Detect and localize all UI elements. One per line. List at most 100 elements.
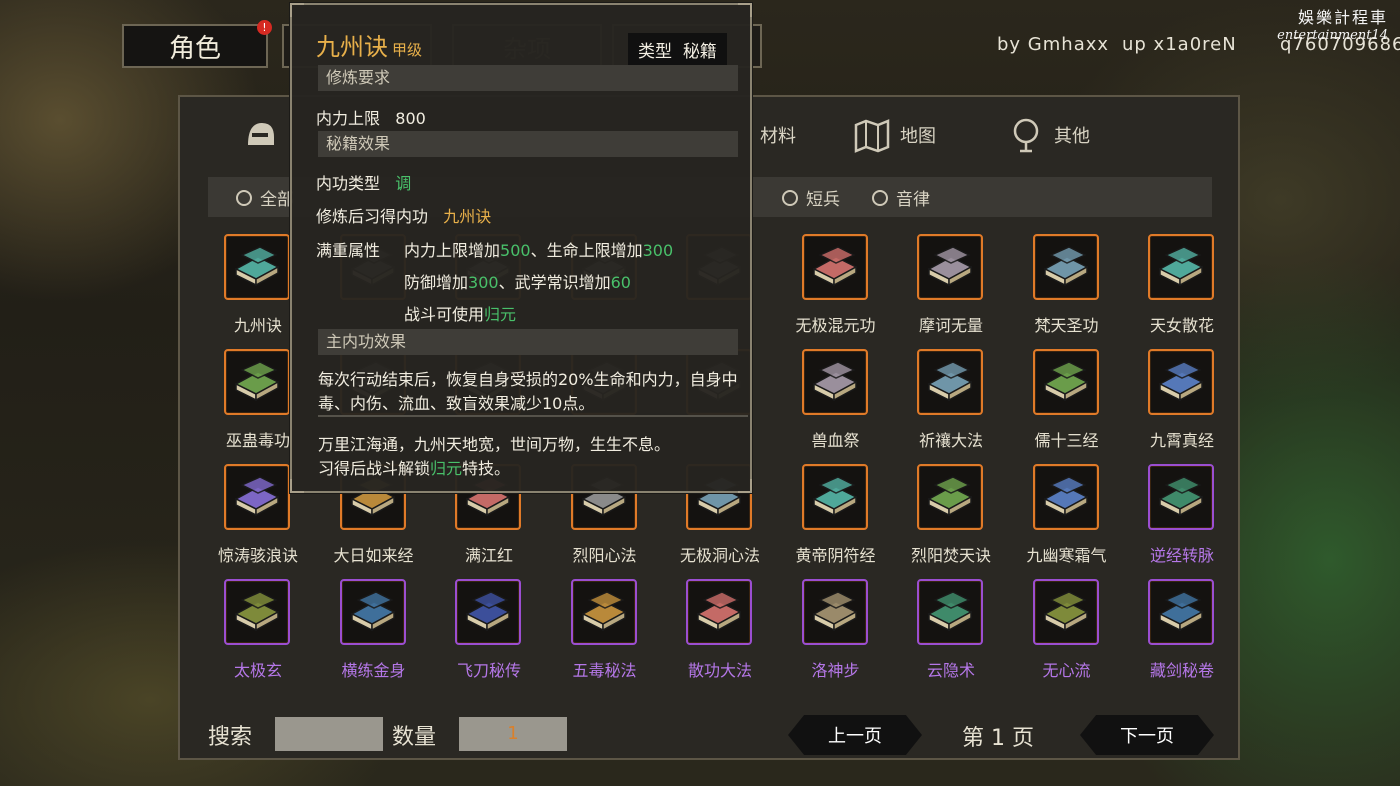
tooltip-title: 九州诀 甲级 xyxy=(316,27,422,62)
alert-badge: ! xyxy=(257,20,272,35)
item-slot[interactable] xyxy=(224,464,290,530)
inventory-item[interactable]: 无极混元功 xyxy=(780,234,892,349)
book-icon xyxy=(927,591,973,632)
item-name: 九幽寒霜气 xyxy=(1026,546,1107,565)
item-name: 无极混元功 xyxy=(795,316,876,335)
section-requirement: 修炼要求 xyxy=(318,65,738,91)
tab-role[interactable]: 角色 ! xyxy=(122,20,272,68)
next-page-label: 下一页 xyxy=(1120,726,1174,747)
category-map[interactable]: 地图 xyxy=(852,115,936,155)
item-name: 儒十三经 xyxy=(1034,431,1099,450)
item-slot[interactable] xyxy=(1032,464,1099,530)
watermark-line2: entertainment14 xyxy=(1277,28,1388,43)
item-slot[interactable] xyxy=(801,464,868,530)
inventory-item[interactable]: 散功大法 xyxy=(664,579,776,694)
inventory-item[interactable]: 无心流 xyxy=(1011,579,1123,694)
item-slot[interactable] xyxy=(801,579,868,645)
inventory-item[interactable]: 烈阳焚天诀 xyxy=(895,464,1007,579)
item-slot[interactable] xyxy=(686,579,752,645)
item-slot[interactable] xyxy=(1032,349,1099,415)
search-input[interactable] xyxy=(275,717,383,751)
item-slot[interactable] xyxy=(917,579,983,645)
other-icon xyxy=(1006,115,1046,155)
item-slot[interactable] xyxy=(455,579,521,645)
book-icon xyxy=(1158,591,1204,632)
prev-page-label: 上一页 xyxy=(828,726,882,747)
book-icon xyxy=(1042,591,1089,632)
item-name: 天女散花 xyxy=(1149,316,1214,335)
requirement-label: 内力上限 xyxy=(316,109,381,128)
inventory-item[interactable]: 儒十三经 xyxy=(1011,349,1123,464)
book-icon xyxy=(234,476,280,517)
book-icon xyxy=(811,246,858,287)
tooltip-corner xyxy=(290,3,304,17)
filter-music-label: 音律 xyxy=(896,190,930,210)
item-name: 兽血祭 xyxy=(811,431,860,450)
tooltip-corner xyxy=(290,479,304,493)
inventory-item[interactable]: 横练金身 xyxy=(318,579,430,694)
item-slot[interactable] xyxy=(1148,234,1214,300)
inventory-item[interactable]: 太极玄 xyxy=(202,579,314,694)
item-slot[interactable] xyxy=(224,579,290,645)
inventory-item[interactable]: 藏剑秘卷 xyxy=(1126,579,1238,694)
item-name: 大日如来经 xyxy=(333,546,414,565)
item-slot[interactable] xyxy=(1148,349,1214,415)
inventory-item[interactable]: 五毒秘法 xyxy=(549,579,661,694)
learn-label: 修炼后习得内功 xyxy=(316,207,429,226)
category-equipment[interactable] xyxy=(240,115,288,155)
tooltip-type-value: 秘籍 xyxy=(682,42,717,62)
item-slot[interactable] xyxy=(917,234,983,300)
item-slot[interactable] xyxy=(224,349,290,415)
inventory-item[interactable]: 云隐术 xyxy=(895,579,1007,694)
neigong-type-label: 内功类型 xyxy=(316,174,381,193)
item-name: 飞刀秘传 xyxy=(456,661,521,680)
attr-text: 战斗可使用 xyxy=(404,305,485,324)
item-slot[interactable] xyxy=(801,349,868,415)
item-name: 梵天圣功 xyxy=(1034,316,1099,335)
filter-short-weapon[interactable]: 短兵 xyxy=(782,185,840,210)
inventory-item[interactable]: 兽血祭 xyxy=(780,349,892,464)
search-label: 搜索 xyxy=(208,725,253,750)
item-slot[interactable] xyxy=(917,464,983,530)
item-name: 藏剑秘卷 xyxy=(1149,661,1214,680)
category-other[interactable]: 其他 xyxy=(1006,115,1090,155)
book-icon xyxy=(1042,361,1089,402)
prev-page-button[interactable]: 上一页 xyxy=(788,715,922,755)
inventory-item[interactable]: 飞刀秘传 xyxy=(433,579,545,694)
inventory-item[interactable]: 梵天圣功 xyxy=(1011,234,1123,349)
item-slot[interactable] xyxy=(339,579,406,645)
item-slot[interactable] xyxy=(1148,464,1214,530)
item-slot[interactable] xyxy=(1032,579,1099,645)
divider xyxy=(318,415,748,417)
item-name: 逆经转脉 xyxy=(1149,546,1214,565)
item-slot[interactable] xyxy=(224,234,290,300)
requirement-row: 内力上限 800 xyxy=(316,105,426,129)
item-slot[interactable] xyxy=(1148,579,1214,645)
inventory-item[interactable]: 天女散花 xyxy=(1126,234,1238,349)
item-slot[interactable] xyxy=(1032,234,1099,300)
item-name: 满江红 xyxy=(464,546,513,565)
item-slot[interactable] xyxy=(570,579,637,645)
item-slot[interactable] xyxy=(917,349,983,415)
inventory-item[interactable]: 逆经转脉 xyxy=(1126,464,1238,579)
inventory-item[interactable]: 九霄真经 xyxy=(1126,349,1238,464)
item-name: 五毒秘法 xyxy=(572,661,637,680)
inventory-item[interactable]: 黄帝阴符经 xyxy=(780,464,892,579)
inventory-item[interactable]: 祈禳大法 xyxy=(895,349,1007,464)
category-material-label: 材料 xyxy=(760,126,796,147)
book-icon xyxy=(1042,246,1089,287)
filter-music[interactable]: 音律 xyxy=(872,185,930,210)
watermark-line1: 娛樂計程車 xyxy=(1297,8,1388,27)
book-icon xyxy=(811,476,858,517)
inventory-item[interactable]: 摩诃无量 xyxy=(895,234,1007,349)
learn-value: 九州诀 xyxy=(443,207,492,226)
section-effect: 秘籍效果 xyxy=(318,131,738,157)
item-slot[interactable] xyxy=(801,234,868,300)
filter-all[interactable]: 全部 xyxy=(236,185,294,210)
item-tooltip: 九州诀 甲级 类型 秘籍 修炼要求 内力上限 800 秘籍效果 内功类型 调 修炼… xyxy=(290,3,752,493)
quantity-input[interactable]: 1 xyxy=(459,717,567,751)
item-name: 九霄真经 xyxy=(1149,431,1214,450)
inventory-item[interactable]: 九幽寒霜气 xyxy=(1011,464,1123,579)
inventory-item[interactable]: 洛神步 xyxy=(780,579,892,694)
next-page-button[interactable]: 下一页 xyxy=(1080,715,1214,755)
